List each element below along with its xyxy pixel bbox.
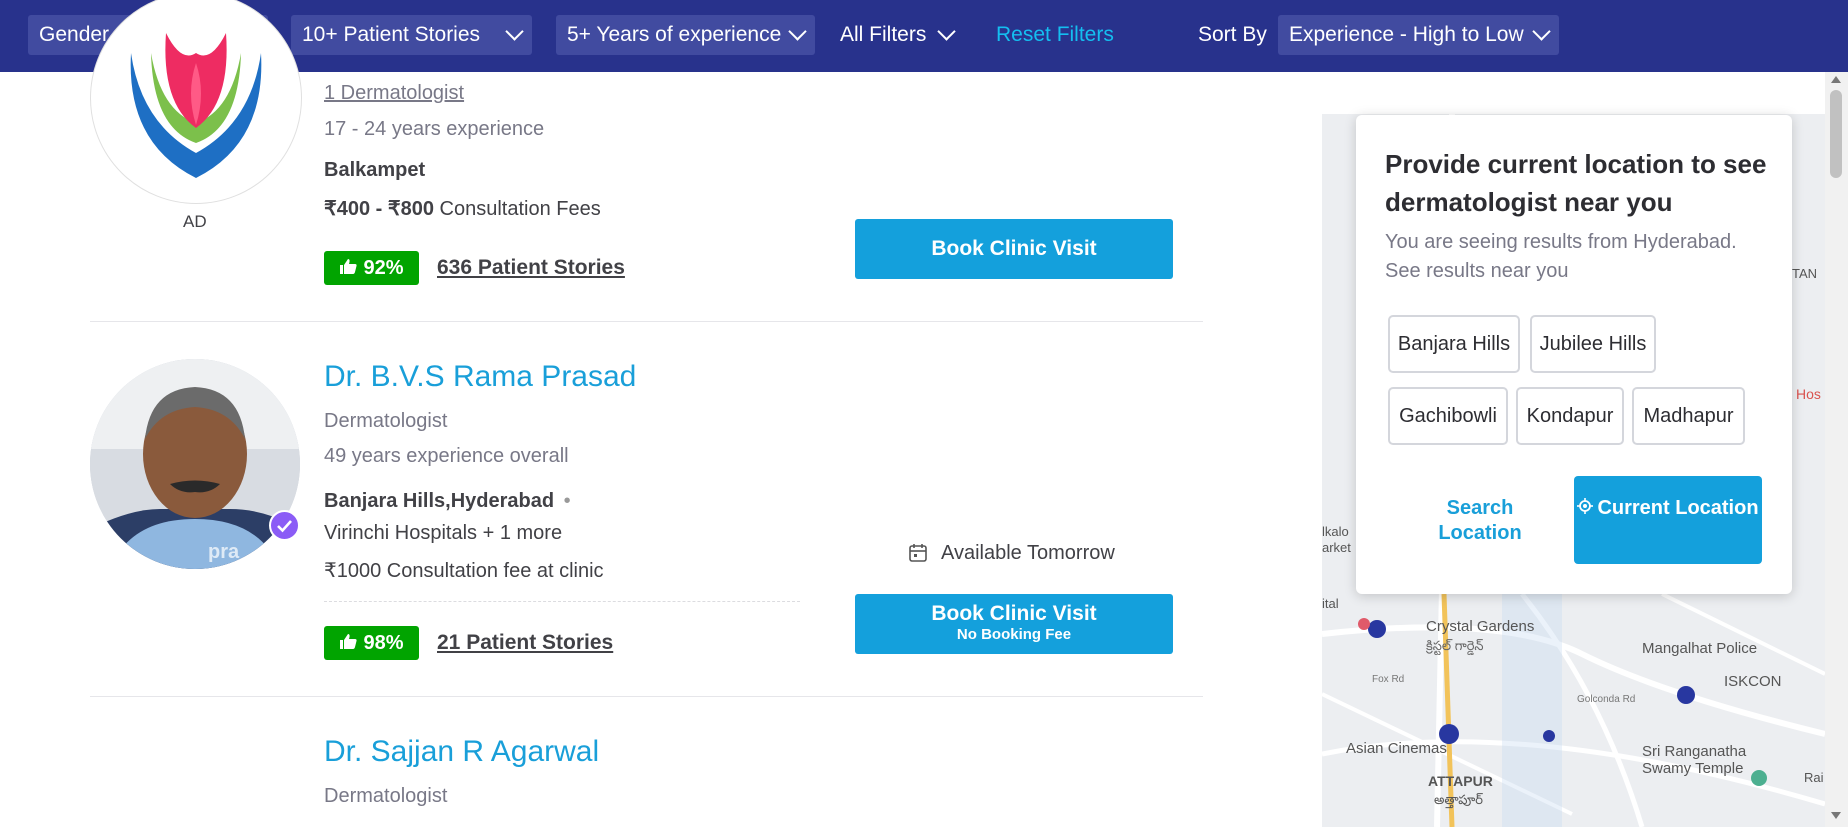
chevron-down-icon (505, 22, 524, 41)
doctor2-name-link[interactable]: Dr. B.V.S Rama Prasad (324, 360, 636, 394)
map-label: Fox Rd (1372, 674, 1405, 685)
map-label: Hos (1796, 386, 1821, 402)
map-label: Asian Cinemas (1346, 740, 1447, 757)
page-scrollbar[interactable] (1825, 72, 1848, 827)
book-clinic-visit-label: Book Clinic Visit (931, 602, 1097, 625)
avatar-watermark: pra (208, 541, 240, 563)
map-label: Crystal Gardens (1426, 618, 1535, 635)
scroll-up-arrow-icon[interactable] (1831, 76, 1841, 83)
doctor3-specialty: Dermatologist (324, 785, 448, 807)
thumbs-up-icon (339, 632, 358, 655)
experience-filter-label: 5+ Years of experience (567, 23, 782, 46)
location-separator: • (563, 490, 571, 512)
doctor2-rating-value: 98% (363, 631, 404, 654)
calendar-icon (908, 542, 928, 568)
thumbs-up-icon (339, 257, 358, 280)
map-label: Golconda Rd (1577, 694, 1636, 705)
doctor2-photo (90, 359, 300, 569)
sort-by-label: Sort By (1198, 23, 1267, 46)
ad-label: AD (183, 212, 207, 231)
doctor2-specialty: Dermatologist (324, 410, 448, 432)
doctor1-fees: ₹400 - ₹800 Consultation Fees (324, 196, 601, 221)
dashed-divider (324, 601, 800, 602)
doctor1-rating-value: 92% (363, 256, 404, 279)
chevron-down-icon (937, 22, 957, 41)
doctor2-avatar[interactable]: pra (90, 359, 300, 569)
patient-stories-filter-label: 10+ Patient Stories (302, 23, 481, 46)
doctor2-rating-badge: 98% (324, 626, 419, 660)
listing-divider (90, 696, 1203, 697)
scroll-down-arrow-icon[interactable] (1831, 812, 1841, 819)
doctor1-experience: 17 - 24 years experience (324, 118, 545, 140)
location-popup-title: Provide current location to see dermatol… (1385, 149, 1767, 217)
map-label: arket (1322, 540, 1351, 555)
sort-by-value: Experience - High to Low (1289, 23, 1524, 46)
listing-divider (90, 321, 1203, 322)
doctor1-fees-label: Consultation Fees (439, 198, 601, 220)
map-label: lkalo (1322, 524, 1349, 539)
all-filters-label: All Filters (840, 23, 927, 46)
location-chip-kondapur[interactable]: Kondapur (1516, 387, 1624, 445)
map-label: అత్తాపూర్ (1434, 792, 1483, 807)
location-popup-subtitle: You are seeing results from Hyderabad. S… (1385, 231, 1737, 282)
current-location-button[interactable]: Current Location (1574, 476, 1762, 564)
location-chip-madhapur[interactable]: Madhapur (1632, 387, 1745, 445)
doctor1-fees-amount: ₹400 - ₹800 (324, 198, 434, 220)
map-label: Mangalhat Police (1642, 640, 1758, 657)
map-label: Sri Ranganatha Swamy Temple (1642, 743, 1747, 777)
experience-filter-dropdown[interactable]: 5+ Years of experience (556, 15, 815, 55)
map-label: ital (1322, 596, 1339, 611)
scrollbar-thumb[interactable] (1830, 90, 1842, 178)
doctor2-location: Banjara Hills,Hyderabad • (324, 490, 571, 513)
doctor2-availability: Available Tomorrow (941, 542, 1115, 564)
location-popup: Provide current location to see dermatol… (1356, 115, 1792, 594)
clinic-logo[interactable] (90, 0, 302, 204)
doctor2-location-name: Banjara Hills,Hyderabad (324, 490, 555, 512)
verified-badge-icon (269, 510, 300, 541)
location-chip-banjara-hills[interactable]: Banjara Hills (1388, 315, 1520, 373)
doctor1-rating-badge: 92% (324, 251, 419, 285)
map-label: Rai (1804, 770, 1824, 785)
doctor2-book-clinic-visit-button[interactable]: Book Clinic Visit No Booking Fee (855, 594, 1173, 654)
chevron-down-icon (1532, 22, 1551, 41)
location-chip-jubilee-hills[interactable]: Jubilee Hills (1530, 315, 1656, 373)
doctor1-specialty-link[interactable]: 1 Dermatologist (324, 82, 464, 105)
doctor2-clinic-link[interactable]: Virinchi Hospitals + 1 more (324, 522, 562, 545)
doctor3-name-link[interactable]: Dr. Sajjan R Agarwal (324, 735, 599, 769)
all-filters-button[interactable]: All Filters (840, 15, 957, 55)
chevron-down-icon (788, 22, 807, 41)
doctor1-patient-stories-link[interactable]: 636 Patient Stories (437, 256, 625, 280)
no-booking-fee-label: No Booking Fee (956, 626, 1072, 643)
location-chip-gachibowli[interactable]: Gachibowli (1388, 387, 1508, 445)
doctor2-consultation-fee: ₹1000 Consultation fee at clinic (324, 560, 604, 582)
doctor2-experience: 49 years experience overall (324, 445, 569, 467)
doctor2-patient-stories-link[interactable]: 21 Patient Stories (437, 631, 613, 655)
patient-stories-filter-dropdown[interactable]: 10+ Patient Stories (291, 15, 532, 55)
sort-by-dropdown[interactable]: Experience - High to Low (1278, 15, 1559, 55)
lotus-hands-logo-icon (130, 33, 262, 178)
search-location-button[interactable]: Search Location (1416, 496, 1544, 546)
map-label: ATTAPUR (1428, 773, 1493, 789)
gender-filter-label: Gender (39, 23, 110, 46)
doctor1-book-clinic-visit-button[interactable]: Book Clinic Visit (855, 219, 1173, 279)
current-location-label: Current Location (1597, 497, 1759, 519)
map-label: క్రిస్టల్ గార్డెన్ (1426, 638, 1484, 653)
map-label: TAN (1792, 266, 1818, 281)
reset-filters-link[interactable]: Reset Filters (996, 15, 1114, 55)
map-label: ISKCON (1724, 673, 1782, 690)
doctor1-location: Balkampet (324, 159, 426, 181)
crosshair-icon (1577, 496, 1594, 521)
